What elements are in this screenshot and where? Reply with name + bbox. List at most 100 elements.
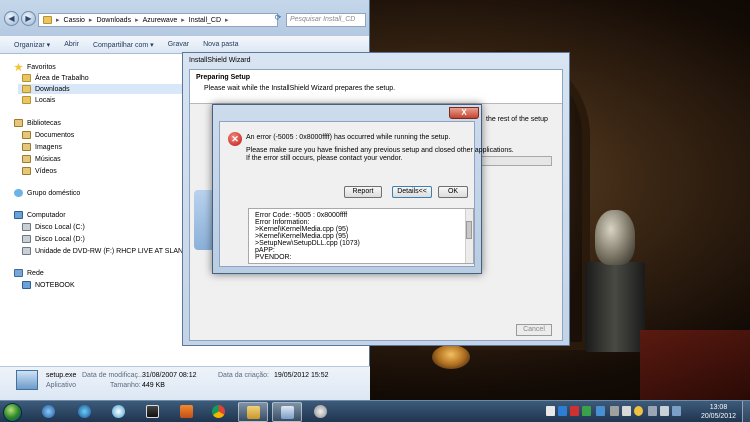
share-button[interactable]: Compartilhar com ▾ [93, 41, 154, 49]
videos-icon [22, 167, 31, 175]
error-details-box[interactable]: Error Code: -5005 : 0x8000ffff Error Inf… [248, 208, 474, 264]
folder-icon [247, 406, 260, 419]
action-center-icon[interactable] [672, 406, 681, 416]
details-line: Error Code: -5005 : 0x8000ffff [255, 212, 348, 219]
taskbar-installshield[interactable] [272, 402, 302, 422]
new-folder-button[interactable]: Nova pasta [203, 41, 238, 48]
size-label: Tamanho: [110, 382, 141, 389]
nav-item-videos[interactable]: Vídeos [22, 166, 57, 176]
tray-icon[interactable] [634, 406, 643, 416]
clock-time: 13:08 [709, 404, 728, 411]
installshield-heading: Preparing Setup [196, 74, 251, 81]
nav-item-downloads[interactable]: Downloads [18, 84, 183, 94]
tray-icon[interactable] [546, 406, 555, 416]
clock[interactable]: 13:08 20/05/2012 [701, 403, 736, 421]
modified-label: Data de modificaç... [82, 372, 144, 379]
details-line: pAPP: [255, 247, 275, 254]
taskbar-download-app[interactable] [34, 402, 64, 422]
modified-value: 31/08/2007 08:12 [142, 372, 197, 379]
start-button[interactable] [3, 403, 22, 422]
nav-item-dvd-drive[interactable]: Unidade de DVD-RW (F:) RHCP LIVE AT SLAN… [22, 246, 208, 256]
wallpaper-pedestal [585, 262, 645, 352]
drive-icon [22, 223, 31, 231]
details-line: Error Information: [255, 219, 310, 226]
wallpaper-bust [595, 210, 635, 265]
taskbar-youtube-downloader[interactable] [172, 402, 202, 422]
taskbar-media-player[interactable] [70, 402, 100, 422]
taskbar-chrome[interactable] [204, 402, 234, 422]
drive-icon [22, 235, 31, 243]
nav-item-drive-d[interactable]: Disco Local (D:) [22, 234, 85, 244]
nav-network[interactable]: Rede [14, 268, 44, 278]
downloads-folder-icon [22, 85, 31, 93]
star-icon [14, 63, 23, 71]
network-tray-icon[interactable] [648, 406, 657, 416]
file-name: setup.exe [46, 372, 77, 379]
taskbar-app[interactable] [306, 402, 336, 422]
wallpaper-rug [640, 330, 750, 400]
navigation-pane: Favoritos Área de Trabalho Downloads Loc… [0, 54, 208, 366]
organize-button[interactable]: Organizar ▾ [14, 41, 50, 49]
error-message: An error (-5005 : 0x8000ffff) has occurr… [246, 134, 451, 141]
size-value: 449 KB [142, 382, 165, 389]
details-scroll-thumb[interactable] [466, 221, 472, 239]
details-button[interactable]: Details<< [392, 186, 432, 198]
folder-icon [43, 16, 52, 24]
breadcrumb-segment[interactable]: Cassio [64, 17, 85, 24]
tray-icon[interactable] [610, 406, 619, 416]
tray-icon[interactable] [570, 406, 579, 416]
nav-item-images[interactable]: Imagens [22, 142, 62, 152]
tray-icon[interactable] [582, 406, 591, 416]
download-icon [42, 405, 55, 418]
computer-icon [14, 211, 23, 219]
nav-item-documents[interactable]: Documentos [22, 130, 74, 140]
setup-file-icon [16, 370, 38, 390]
music-icon [22, 155, 31, 163]
youtube-icon [180, 405, 193, 418]
nav-computer[interactable]: Computador [14, 210, 66, 220]
nav-favorites[interactable]: Favoritos [14, 62, 56, 72]
clock-date: 20/05/2012 [700, 413, 736, 420]
nav-item-desktop[interactable]: Área de Trabalho [22, 73, 89, 83]
created-value: 19/05/2012 15:52 [274, 372, 329, 379]
volume-icon[interactable] [660, 406, 669, 416]
installshield-title: InstallShield Wizard [189, 57, 251, 64]
nav-item-music[interactable]: Músicas [22, 154, 61, 164]
tray-icon[interactable] [596, 406, 605, 416]
nav-item-drive-c[interactable]: Disco Local (C:) [22, 222, 85, 232]
breadcrumb-segment[interactable]: Downloads [96, 17, 131, 24]
burn-button[interactable]: Gravar [168, 41, 189, 48]
ok-button[interactable]: OK [438, 186, 468, 198]
images-icon [22, 143, 31, 151]
taskbar: 13:08 20/05/2012 [0, 400, 750, 422]
refresh-icon[interactable]: ⟳ [272, 13, 284, 27]
open-button[interactable]: Abrir [64, 41, 79, 48]
close-icon[interactable]: X [449, 107, 479, 119]
nav-item-notebook[interactable]: NOTEBOOK [22, 280, 75, 290]
nav-libraries[interactable]: Bibliotecas [14, 118, 61, 128]
nav-homegroup[interactable]: Grupo doméstico [14, 188, 80, 198]
details-line: >Kernel\KernelMedia.cpp (95) [255, 233, 349, 240]
error-advice: Please make sure you have finished any p… [246, 147, 514, 154]
error-icon: ✕ [228, 132, 242, 146]
taskbar-ccleaner[interactable] [104, 402, 134, 422]
tray-icon[interactable] [558, 406, 567, 416]
created-label: Data da criação: [218, 372, 269, 379]
cancel-button[interactable]: Cancel [516, 324, 552, 336]
search-input[interactable]: Pesquisar Install_CD [286, 13, 366, 27]
taskbar-video-editor[interactable] [138, 402, 168, 422]
documents-icon [22, 131, 31, 139]
forward-arrow-icon[interactable]: ▶ [21, 11, 36, 26]
wallpaper-lamp [432, 345, 470, 369]
show-desktop-button[interactable] [742, 401, 750, 422]
ccleaner-icon [112, 405, 125, 418]
address-bar[interactable]: ▸ Cassio ▸ Downloads ▸ Azurewave ▸ Insta… [38, 13, 278, 27]
taskbar-explorer[interactable] [238, 402, 268, 422]
breadcrumb-segment[interactable]: Azurewave [143, 17, 178, 24]
tray-icon[interactable] [622, 406, 631, 416]
chrome-icon [212, 405, 225, 418]
breadcrumb-segment[interactable]: Install_CD [189, 17, 221, 24]
back-arrow-icon[interactable]: ◀ [4, 11, 19, 26]
report-button[interactable]: Report [344, 186, 382, 198]
nav-item-locais[interactable]: Locais [22, 95, 55, 105]
